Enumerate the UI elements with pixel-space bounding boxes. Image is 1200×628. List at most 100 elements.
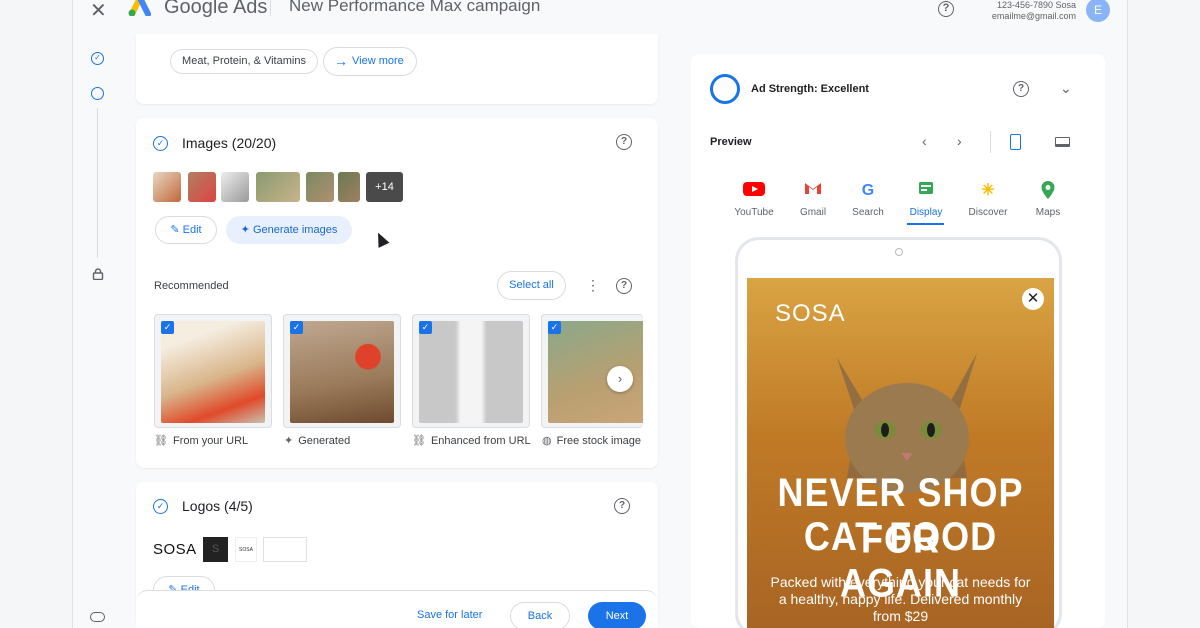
logo-dark-square[interactable]: S: [203, 537, 228, 562]
campaign-title: New Performance Max campaign: [289, 0, 541, 15]
image-source-label: ◍ Free stock image: [542, 434, 641, 447]
action-bar: [136, 590, 658, 628]
checkbox-checked-icon[interactable]: ✓: [419, 321, 432, 334]
recommended-help-icon[interactable]: ?: [616, 278, 632, 294]
chevron-left-icon[interactable]: ‹: [922, 133, 927, 149]
image-source-label: ⛓ From your URL: [154, 434, 248, 447]
recommended-label: Recommended: [154, 280, 229, 292]
pencil-icon: ✎: [170, 224, 183, 236]
mobile-device-icon[interactable]: [1010, 134, 1021, 150]
logo-small[interactable]: SOSA: [235, 537, 257, 562]
google-g-icon: G: [861, 182, 875, 199]
link-icon: ⛓: [154, 435, 168, 447]
ad-strength-ring-icon: [710, 74, 740, 104]
source-text: Free stock image: [556, 435, 641, 447]
recommended-image: [419, 321, 523, 423]
tab-label: YouTube: [734, 207, 774, 218]
image-thumbnail[interactable]: [306, 172, 334, 202]
brand-divider: [270, 0, 271, 16]
theme-chip[interactable]: Meat, Protein, & Vitamins: [170, 49, 318, 74]
avatar[interactable]: E: [1086, 0, 1110, 22]
sparkle-icon: ✦: [284, 435, 294, 447]
tab-label: Gmail: [799, 207, 827, 218]
cloud-icon[interactable]: [90, 612, 105, 622]
divider: [990, 131, 991, 153]
more-images-thumbnail[interactable]: +14: [366, 172, 403, 202]
youtube-icon: [742, 180, 766, 202]
checkbox-checked-icon[interactable]: ✓: [161, 321, 174, 334]
logos-help-icon[interactable]: ?: [614, 498, 630, 514]
image-source-label: ✦ Generated: [284, 434, 350, 447]
tab-youtube[interactable]: YouTube: [733, 180, 775, 218]
tab-label: Search: [852, 207, 884, 218]
preview-label: Preview: [710, 136, 752, 148]
ad-description: Packed with everything your cat needs fo…: [770, 574, 1031, 624]
tab-label: Discover: [968, 207, 1008, 218]
carousel-next-icon[interactable]: ›: [607, 366, 633, 392]
gmail-icon: [801, 180, 825, 202]
ad-strength-help-icon[interactable]: ?: [1013, 81, 1029, 97]
checkbox-checked-icon[interactable]: ✓: [290, 321, 303, 334]
chevron-down-icon[interactable]: ⌄: [1060, 80, 1072, 97]
generate-images-button[interactable]: ✦ Generate images: [226, 216, 352, 244]
step-current-icon[interactable]: [91, 87, 104, 100]
image-thumbnail[interactable]: [153, 172, 181, 202]
brand-name: Google Ads: [164, 0, 268, 18]
checkbox-checked-icon[interactable]: ✓: [548, 321, 561, 334]
view-more-button[interactable]: → View more: [323, 47, 417, 76]
tab-label: Maps: [1035, 207, 1061, 218]
logos-complete-icon: ✓: [153, 499, 168, 514]
logo-empty-slot[interactable]: [263, 537, 307, 562]
display-icon: [914, 180, 938, 202]
source-text: From your URL: [172, 435, 249, 447]
source-text: Enhanced from URL: [430, 435, 531, 447]
recommended-image: [290, 321, 394, 423]
back-button[interactable]: Back: [510, 602, 570, 628]
recommended-image-card[interactable]: ✓: [154, 314, 272, 428]
save-for-later-button[interactable]: Save for later: [417, 609, 482, 621]
chevron-right-icon[interactable]: ›: [957, 133, 962, 149]
images-help-icon[interactable]: ?: [616, 134, 632, 150]
image-thumbnail[interactable]: [221, 172, 249, 202]
top-bar: ✕ Google Ads New Performance Max campaig…: [0, 0, 1200, 34]
image-thumbnail[interactable]: [256, 172, 300, 202]
account-id: 123-456-7890 Sosa: [996, 0, 1076, 10]
more-options-icon[interactable]: ⋮: [586, 278, 600, 292]
next-button[interactable]: Next: [588, 602, 646, 628]
recommended-image-card[interactable]: ✓: [283, 314, 401, 428]
image-thumbnail[interactable]: [338, 172, 360, 202]
view-more-label: View more: [352, 55, 404, 67]
step-complete-icon[interactable]: ✓: [91, 52, 104, 65]
images-title: Images (20/20): [182, 135, 277, 151]
logo-wordmark[interactable]: SOSA: [153, 537, 197, 562]
tab-discover[interactable]: ✳ Discover: [966, 180, 1010, 218]
account-info[interactable]: 123-456-7890 Sosa emailme@gmail.com: [992, 0, 1076, 22]
sparkle-icon: ✦: [240, 224, 253, 236]
recommended-image-card[interactable]: ✓: [412, 314, 530, 428]
google-ads-logo-icon: [128, 0, 151, 16]
generate-label: Generate images: [252, 224, 338, 236]
lock-icon: [92, 268, 104, 280]
desktop-device-icon[interactable]: [1055, 137, 1070, 147]
tab-maps[interactable]: Maps: [1032, 180, 1064, 218]
enhance-link-icon: ⛓: [412, 435, 426, 447]
phone-camera-dot: [895, 248, 903, 256]
image-thumbnail[interactable]: [188, 172, 216, 202]
tab-display[interactable]: Display: [907, 180, 945, 218]
arrow-right-icon: →: [334, 53, 348, 69]
close-icon[interactable]: ✕: [1022, 288, 1044, 310]
account-email: emailme@gmail.com: [991, 11, 1076, 21]
select-all-button[interactable]: Select all: [497, 271, 566, 300]
active-tab-indicator: [907, 223, 944, 225]
logos-title: Logos (4/5): [182, 498, 253, 514]
tab-gmail[interactable]: Gmail: [796, 180, 830, 218]
source-text: Generated: [298, 435, 351, 447]
close-icon[interactable]: ✕: [90, 0, 107, 23]
edit-images-button[interactable]: ✎ Edit: [155, 216, 217, 244]
help-icon[interactable]: ?: [938, 1, 954, 17]
globe-icon: ◍: [542, 435, 552, 447]
maps-pin-icon: [1036, 180, 1060, 202]
tab-search[interactable]: G Search: [849, 180, 887, 218]
discover-icon: ✳: [981, 182, 995, 199]
display-ad-preview: SOSA ✕ NEVER SHOP FOR CAT FOOD AGAIN Pac…: [747, 278, 1054, 628]
